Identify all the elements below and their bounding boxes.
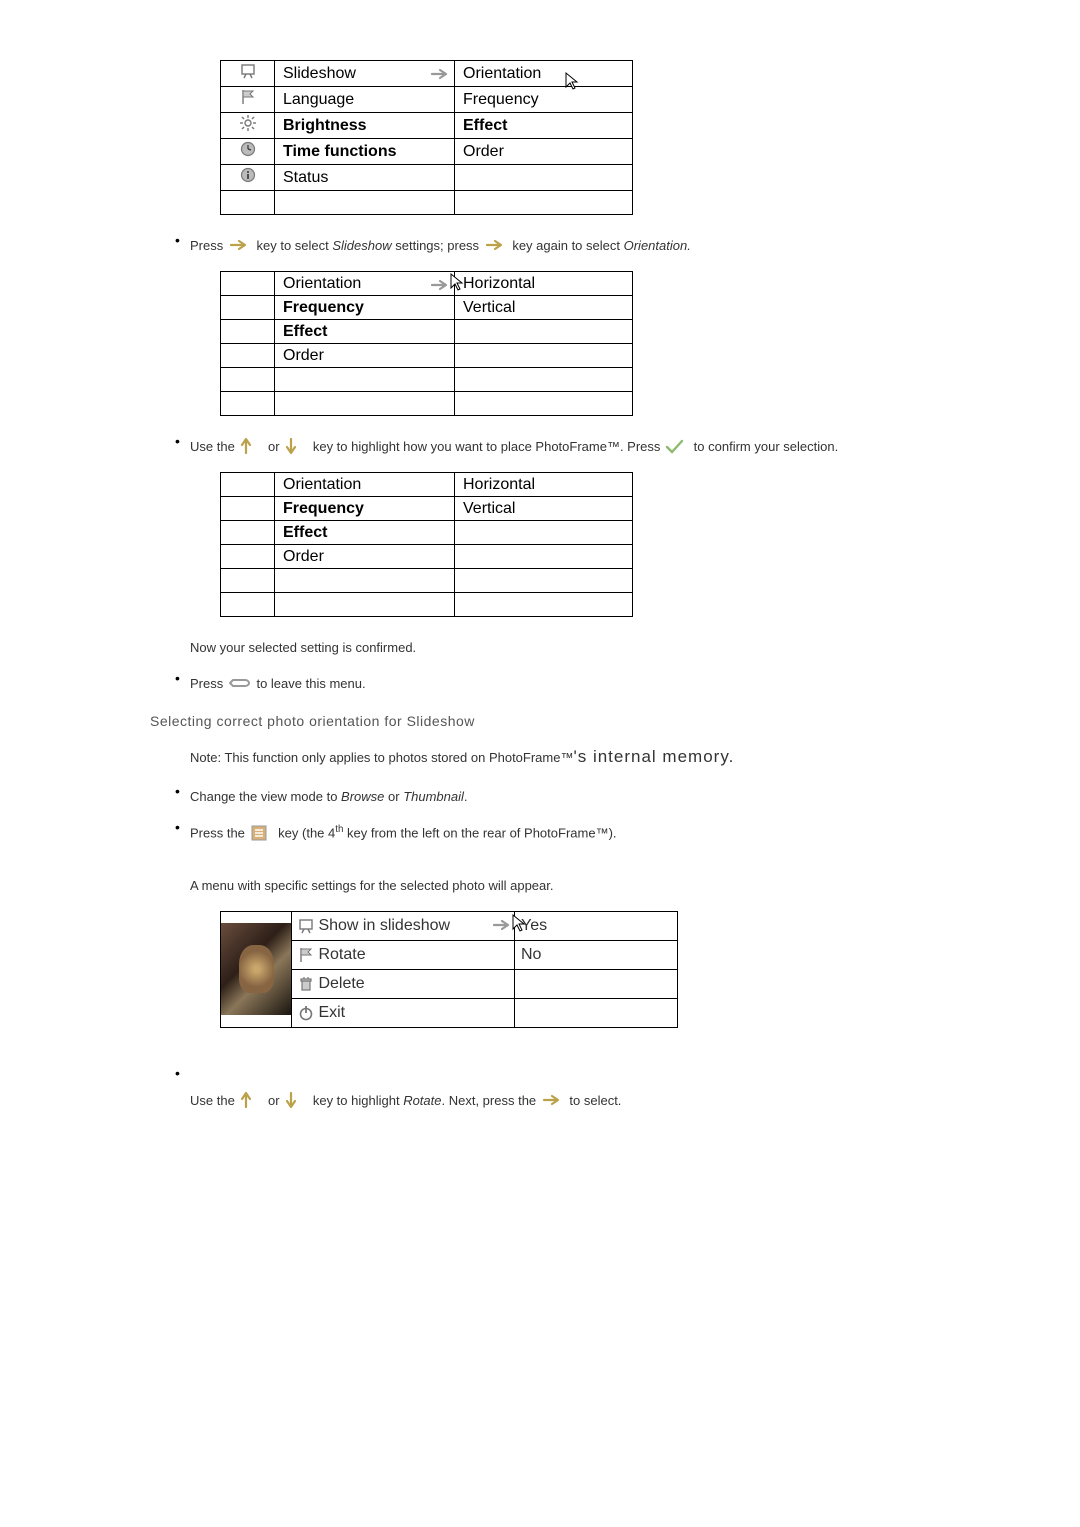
menu2-row2-label: Effect bbox=[275, 320, 455, 344]
orientation-menu-1: Orientation Horizontal Frequency Vertica… bbox=[220, 271, 633, 416]
menu1-row1-label: Language bbox=[275, 87, 455, 113]
menu4-row2-label: Delete bbox=[292, 969, 515, 998]
arrow-down-icon bbox=[285, 1093, 307, 1111]
instruction-press-menu-key: Press the key (the 4th key from the left… bbox=[190, 822, 990, 844]
info-icon bbox=[221, 165, 275, 191]
menu4-row0-label: Show in slideshow bbox=[292, 911, 515, 940]
instruction-highlight-rotate: Use the or key to highlight Rotate. Next… bbox=[190, 1068, 990, 1112]
menu4-row1-label: Rotate bbox=[292, 940, 515, 969]
menu1-row1-value: Frequency bbox=[455, 87, 633, 113]
menu3-row3-label: Order bbox=[275, 545, 455, 569]
slideshow-icon bbox=[221, 61, 275, 87]
menu2-row0-label: Orientation bbox=[275, 272, 455, 296]
check-icon bbox=[666, 439, 688, 457]
arrow-right-icon bbox=[229, 238, 251, 256]
menu3-row1-label: Frequency bbox=[275, 497, 455, 521]
instruction-highlight-confirm: Use the or key to highlight how you want… bbox=[190, 436, 990, 458]
arrow-right-icon bbox=[485, 238, 507, 256]
menu3-row0-label: Orientation bbox=[275, 473, 455, 497]
menu2-row0-value: Horizontal bbox=[455, 272, 633, 296]
arrow-up-icon bbox=[240, 1093, 262, 1111]
note-internal-memory: Note: This function only applies to phot… bbox=[190, 743, 990, 772]
photo-settings-menu: Show in slideshow Yes Rotate No Delete E… bbox=[220, 911, 678, 1028]
clock-icon bbox=[221, 139, 275, 165]
menu1-row4-label: Status bbox=[275, 165, 455, 191]
menu1-row3-label: Time functions bbox=[275, 139, 455, 165]
arrow-down-icon bbox=[285, 439, 307, 457]
section-heading: Selecting correct photo orientation for … bbox=[150, 713, 990, 729]
menu2-row3-label: Order bbox=[275, 344, 455, 368]
menu4-row0-value: Yes bbox=[515, 911, 678, 940]
menu1-row0-label: Slideshow bbox=[275, 61, 455, 87]
menu3-row0-value: Horizontal bbox=[455, 473, 633, 497]
back-icon bbox=[229, 676, 251, 694]
menu3-row1-value: Vertical bbox=[455, 497, 633, 521]
instruction-leave-menu: Press to leave this menu. bbox=[190, 673, 990, 695]
menu4-row1-value: No bbox=[515, 940, 678, 969]
flag-icon bbox=[221, 87, 275, 113]
brightness-icon bbox=[221, 113, 275, 139]
menu-appear-text: A menu with specific settings for the se… bbox=[190, 875, 990, 897]
menu2-row1-label: Frequency bbox=[275, 296, 455, 320]
cursor-icon bbox=[513, 915, 531, 933]
orientation-menu-2: Orientation Horizontal Frequency Vertica… bbox=[220, 472, 633, 617]
instruction-change-view: Change the view mode to Browse or Thumbn… bbox=[190, 786, 990, 808]
menu1-row4-value bbox=[455, 165, 633, 191]
menu3-row2-label: Effect bbox=[275, 521, 455, 545]
arrow-up-icon bbox=[240, 439, 262, 457]
confirm-text: Now your selected setting is confirmed. bbox=[190, 637, 990, 659]
menu1-row2-value: Effect bbox=[455, 113, 633, 139]
menu1-row2-label: Brightness bbox=[275, 113, 455, 139]
arrow-right-icon bbox=[542, 1093, 564, 1111]
menu-key-icon bbox=[251, 825, 273, 843]
menu1-row0-value: Orientation bbox=[455, 61, 633, 87]
cursor-icon bbox=[451, 274, 469, 292]
menu4-row3-label: Exit bbox=[292, 998, 515, 1027]
settings-menu-1: Slideshow Orientation Language Frequency… bbox=[220, 60, 633, 215]
photo-thumbnail bbox=[221, 911, 292, 1027]
instruction-slideshow-orientation: Press key to select Slideshow settings; … bbox=[190, 235, 990, 257]
menu1-row3-value: Order bbox=[455, 139, 633, 165]
menu2-row1-value: Vertical bbox=[455, 296, 633, 320]
